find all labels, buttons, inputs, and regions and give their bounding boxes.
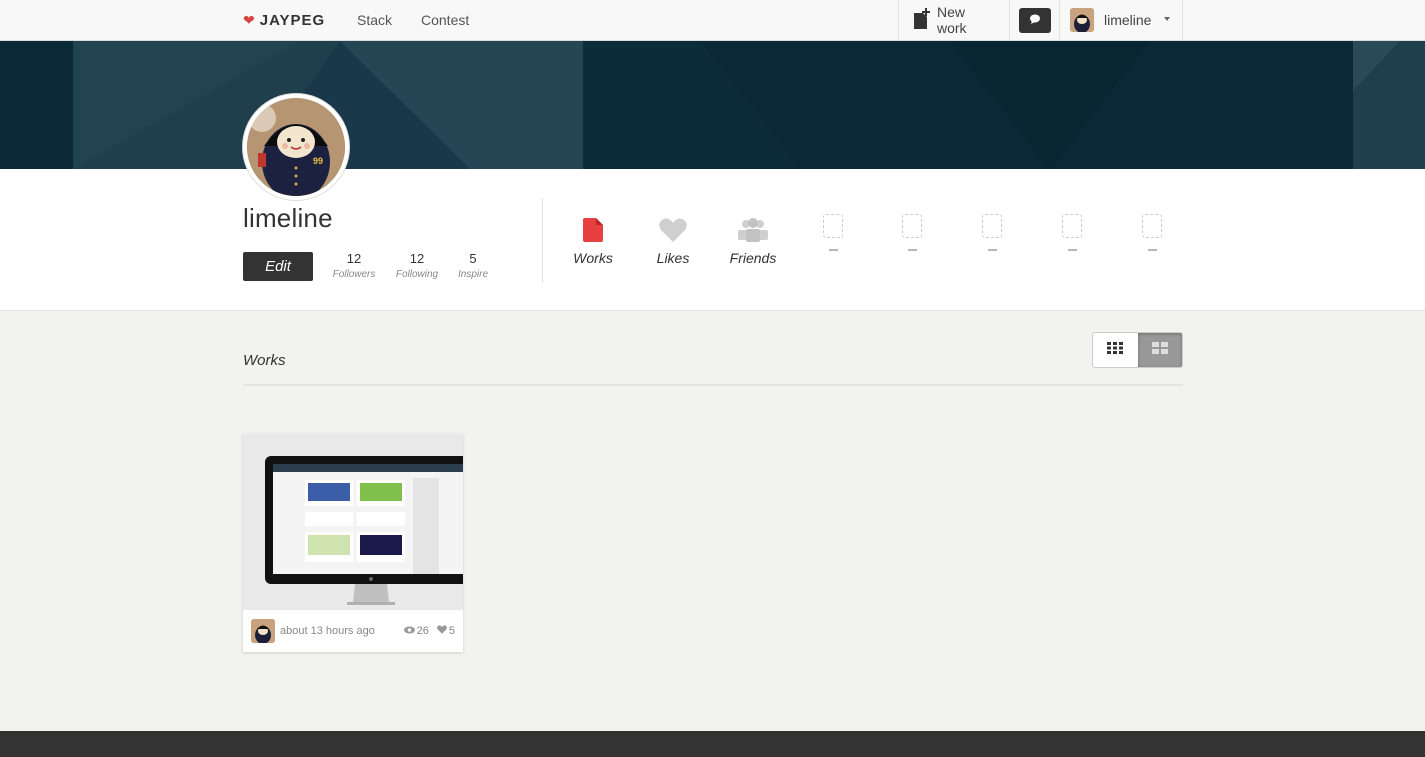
tab-friends[interactable]: Friends <box>723 216 783 266</box>
profile-banner <box>0 41 1425 169</box>
chevron-down-icon <box>1164 17 1170 21</box>
tab-likes[interactable]: Likes <box>643 216 703 266</box>
user-menu-dropdown[interactable]: limeline <box>1059 0 1183 40</box>
placeholder-icon <box>1062 214 1082 238</box>
view-toggle <box>1092 332 1183 368</box>
heart-logo-icon: ❤ <box>243 12 256 28</box>
document-icon <box>563 216 623 244</box>
inspire-label: Inspire <box>457 269 488 280</box>
followers-count: 12 <box>346 251 362 266</box>
tab-friends-label: Friends <box>729 250 777 266</box>
following-count: 12 <box>409 251 425 266</box>
large-grid-icon <box>1151 341 1168 359</box>
followers-stat[interactable]: 12 Followers <box>324 251 384 280</box>
following-stat[interactable]: 12 Following <box>387 251 447 280</box>
nav-actions: New work limeline <box>898 0 1183 40</box>
work-card-footer: about 13 hours ago 26 5 <box>243 610 463 652</box>
large-view-button[interactable] <box>1137 333 1182 367</box>
empty-slot: --- <box>892 214 932 256</box>
new-work-label: New work <box>937 4 967 36</box>
banner-pattern <box>73 41 1425 169</box>
brand-name: JAYPEG <box>259 12 326 29</box>
work-card[interactable]: about 13 hours ago 26 5 <box>243 434 463 652</box>
tab-likes-label: Likes <box>656 250 690 266</box>
top-navbar: ❤ JAYPEG Stack Contest New work limeline <box>0 0 1425 41</box>
eye-icon <box>403 625 415 637</box>
placeholder-icon <box>982 214 1002 238</box>
empty-slot: --- <box>1052 214 1092 256</box>
user-avatar <box>1070 8 1094 32</box>
profile-divider <box>542 199 543 283</box>
people-icon <box>723 216 783 244</box>
work-thumbnail[interactable] <box>243 434 463 610</box>
nav-link-stack[interactable]: Stack <box>357 12 392 28</box>
tab-works-label: Works <box>573 250 613 266</box>
placeholder-icon <box>902 214 922 238</box>
new-document-icon <box>913 7 931 33</box>
profile-header <box>0 169 1425 311</box>
new-work-button[interactable]: New work <box>898 0 1009 40</box>
grid-icon <box>1107 341 1124 359</box>
nav-link-contest[interactable]: Contest <box>421 12 469 28</box>
placeholder-icon <box>823 214 843 238</box>
empty-slot: --- <box>972 214 1012 256</box>
empty-slot: --- <box>1132 214 1172 256</box>
profile-avatar[interactable]: 99 <box>243 94 349 200</box>
work-timestamp: about 13 hours ago <box>280 625 375 637</box>
edit-profile-button[interactable]: Edit <box>243 252 313 281</box>
messages-button[interactable] <box>1009 0 1059 40</box>
works-section-title: Works <box>243 352 286 369</box>
svg-text:99: 99 <box>313 156 323 166</box>
grid-view-button[interactable] <box>1093 333 1138 367</box>
view-count: 26 <box>403 625 429 637</box>
tab-works[interactable]: Works <box>563 216 623 266</box>
section-divider <box>243 384 1183 386</box>
inspire-count: 5 <box>469 251 477 266</box>
brand-logo[interactable]: ❤ JAYPEG <box>243 12 325 29</box>
author-avatar[interactable] <box>251 619 275 643</box>
user-name: limeline <box>1104 12 1152 28</box>
heart-icon <box>643 216 703 244</box>
placeholder-icon <box>1142 214 1162 238</box>
page-footer <box>0 731 1425 757</box>
empty-slot: --- <box>813 214 853 256</box>
like-count[interactable]: 5 <box>436 625 455 637</box>
profile-username: limeline <box>243 203 333 233</box>
chat-bubble-icon <box>1029 11 1041 29</box>
inspire-stat[interactable]: 5 Inspire <box>443 251 503 280</box>
followers-label: Followers <box>332 269 376 280</box>
following-label: Following <box>395 269 439 280</box>
heart-icon <box>436 625 447 637</box>
